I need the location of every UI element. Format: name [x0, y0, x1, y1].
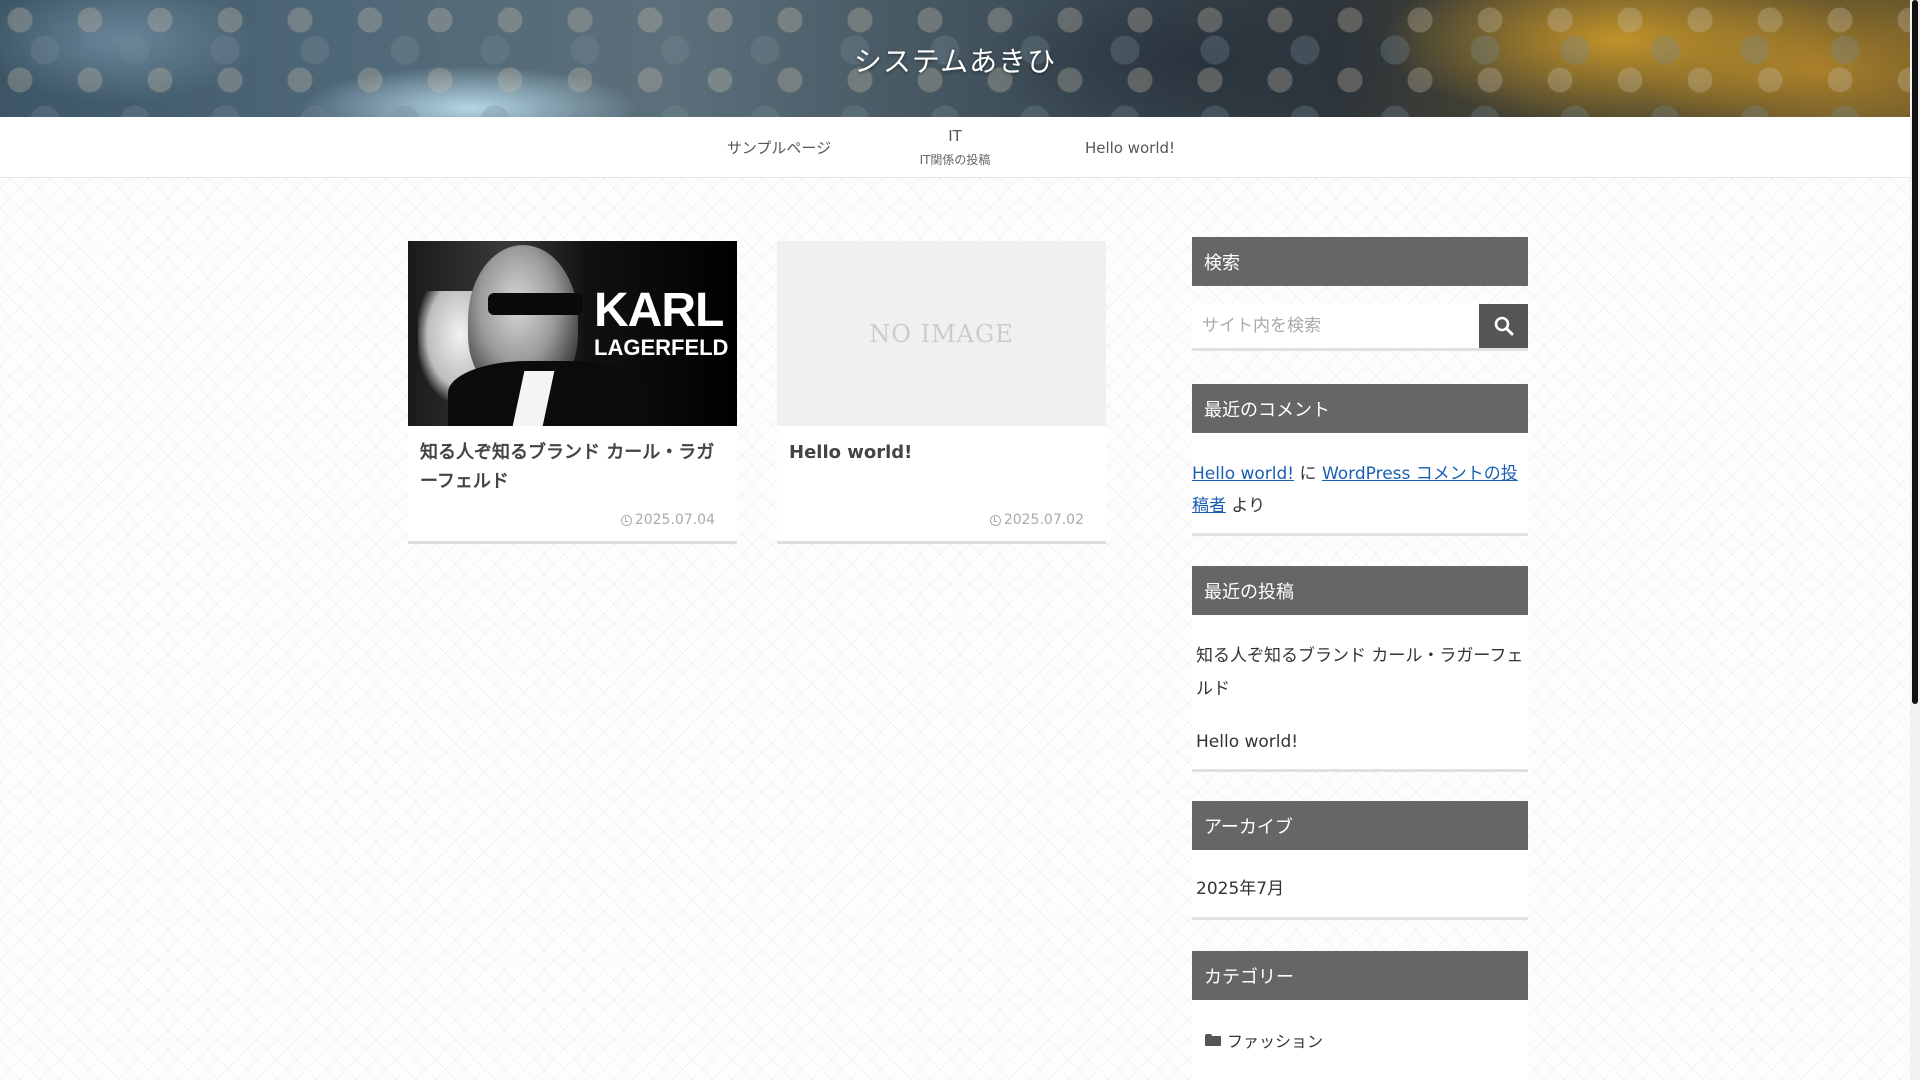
nav-item-sample-page[interactable]: サンプルページ: [700, 117, 858, 178]
search-icon: [1494, 316, 1513, 336]
global-nav: サンプルページ IT IT関係の投稿 Hello world!: [0, 117, 1910, 178]
post-title[interactable]: 知る人ぞ知るブランド カール・ラガーフェルド: [420, 438, 725, 496]
search-underline: [1192, 348, 1528, 351]
widget-heading-archives: アーカイブ: [1192, 801, 1528, 850]
archive-link[interactable]: 2025年7月: [1196, 874, 1284, 899]
post-date: 2025.07.02: [989, 512, 1084, 528]
post-date: 2025.07.04: [620, 512, 715, 528]
nav-item-sublabel: IT関係の投稿: [919, 153, 991, 167]
widget-heading-recent-posts: 最近の投稿: [1192, 566, 1528, 615]
comment-suffix: より: [1231, 496, 1266, 516]
site-header: システムあきひ: [0, 0, 1910, 117]
scrollbar-thumb[interactable]: [1912, 0, 1918, 704]
folder-icon: [1205, 1034, 1221, 1046]
nav-item-label: IT: [948, 127, 962, 145]
widget-heading-categories: カテゴリー: [1192, 951, 1528, 1000]
recent-post-link[interactable]: Hello world!: [1196, 726, 1526, 759]
thumbnail-brand-logo: KARL LAGERFELD: [594, 287, 728, 359]
search-button[interactable]: [1479, 304, 1528, 348]
clock-icon: [989, 514, 1001, 526]
widget-heading-recent-comments: 最近のコメント: [1192, 384, 1528, 433]
post-date-text: 2025.07.04: [634, 512, 715, 528]
recent-comment: Hello world! に WordPress コメントの投稿者 より: [1192, 458, 1522, 522]
post-title[interactable]: Hello world!: [789, 438, 1094, 467]
brand-logo-line2: LAGERFELD: [594, 335, 729, 360]
no-image-placeholder: NO IMAGE: [869, 319, 1014, 348]
comment-post-link[interactable]: Hello world!: [1192, 464, 1294, 484]
category-label: ファッション: [1227, 1032, 1324, 1051]
post-card[interactable]: KARL LAGERFELD 知る人ぞ知るブランド カール・ラガーフェルド 20…: [408, 241, 737, 544]
clock-icon: [620, 514, 632, 526]
brand-logo-line1: KARL: [594, 284, 724, 337]
site-title[interactable]: システムあきひ: [0, 40, 1910, 80]
recent-post-link[interactable]: 知る人ぞ知るブランド カール・ラガーフェルド: [1196, 640, 1526, 706]
post-date-text: 2025.07.02: [1003, 512, 1084, 528]
post-card[interactable]: NO IMAGE Hello world! 2025.07.02: [777, 241, 1106, 544]
comment-connector: に: [1299, 464, 1317, 484]
post-thumbnail[interactable]: NO IMAGE: [777, 241, 1106, 426]
category-link[interactable]: ファッション: [1205, 1028, 1323, 1052]
thumbnail-glasses: [488, 293, 583, 315]
widget-heading-search: 検索: [1192, 237, 1528, 286]
post-thumbnail[interactable]: KARL LAGERFELD: [408, 241, 737, 426]
nav-item-it[interactable]: IT IT関係の投稿: [880, 117, 1030, 178]
search-input[interactable]: [1192, 304, 1479, 348]
nav-item-label: サンプルページ: [726, 139, 832, 157]
nav-item-hello-world[interactable]: Hello world!: [1060, 117, 1200, 178]
nav-item-label: Hello world!: [1084, 138, 1176, 157]
